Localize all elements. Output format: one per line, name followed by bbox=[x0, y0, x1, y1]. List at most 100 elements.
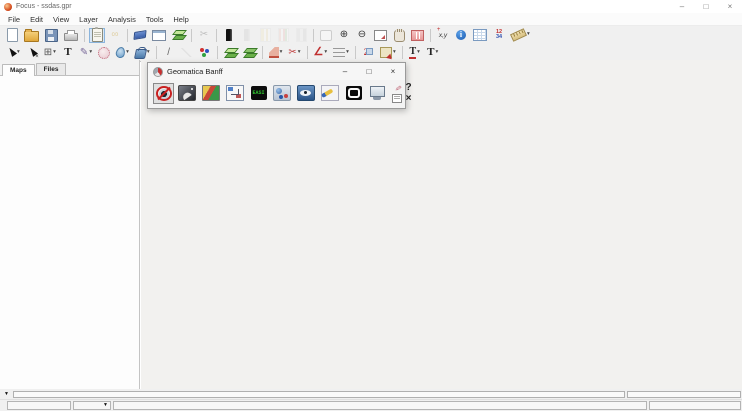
enhancement-equalize-button[interactable] bbox=[275, 28, 291, 43]
clip-tool-button[interactable]: ▾ bbox=[267, 45, 285, 60]
menu-file[interactable]: File bbox=[3, 14, 25, 25]
style-editor-app-button[interactable] bbox=[319, 83, 341, 104]
easi-app-button[interactable]: EASI bbox=[248, 83, 269, 104]
maps-tree-panel[interactable] bbox=[0, 76, 139, 389]
map-app-button[interactable] bbox=[200, 83, 222, 104]
zoom-rectangle-button[interactable] bbox=[318, 28, 334, 43]
tab-files[interactable]: Files bbox=[36, 63, 67, 75]
numeric-values-button[interactable]: 1234 bbox=[491, 28, 507, 43]
minimize-button[interactable]: – bbox=[670, 0, 694, 13]
edit-vertices-button[interactable] bbox=[24, 45, 40, 60]
save-button[interactable] bbox=[43, 28, 60, 43]
attribute-table-button[interactable] bbox=[471, 28, 489, 43]
open-button[interactable] bbox=[22, 28, 41, 43]
erase-edit-button[interactable] bbox=[132, 28, 148, 43]
split-tool-button[interactable]: ✂▾ bbox=[286, 45, 302, 60]
symbol-tool-button[interactable] bbox=[197, 45, 213, 60]
monitor-app-button[interactable] bbox=[366, 83, 387, 104]
map-workspace[interactable] bbox=[141, 60, 742, 389]
help-button[interactable]: ? bbox=[403, 82, 414, 93]
snap-grid-button[interactable]: ⊞▾ bbox=[42, 45, 58, 60]
floating-close-button[interactable]: × bbox=[381, 63, 405, 80]
maximize-button[interactable]: □ bbox=[694, 0, 718, 13]
bring-layer-front-button[interactable] bbox=[222, 45, 239, 60]
cursor-coordinates-button[interactable]: x,y bbox=[435, 28, 451, 43]
menu-layer[interactable]: Layer bbox=[74, 14, 103, 25]
enhancement-linear-button[interactable] bbox=[257, 28, 273, 43]
pan-button[interactable] bbox=[391, 28, 407, 43]
dropdown-arrow-icon[interactable]: ▾ bbox=[53, 50, 56, 56]
menu-tools[interactable]: Tools bbox=[141, 14, 169, 25]
menu-analysis[interactable]: Analysis bbox=[103, 14, 141, 25]
fill-tool-button[interactable]: ▾ bbox=[133, 45, 152, 60]
dropdown-arrow-icon[interactable]: ▾ bbox=[89, 50, 92, 56]
dropdown-arrow-icon[interactable]: ▾ bbox=[417, 50, 420, 56]
scroll-groove-right[interactable] bbox=[627, 391, 741, 398]
color-picker-button[interactable]: ▾ bbox=[114, 45, 131, 60]
zoom-to-image-resolution-button[interactable] bbox=[409, 28, 426, 43]
cut-button[interactable]: ✂ bbox=[196, 28, 212, 43]
select-tool-button[interactable]: ▾ bbox=[4, 45, 22, 60]
capture-app-button[interactable] bbox=[343, 83, 364, 104]
viewer-app-button[interactable] bbox=[295, 83, 317, 104]
dropdown-arrow-icon[interactable]: ▾ bbox=[280, 50, 283, 56]
menu-edit[interactable]: Edit bbox=[25, 14, 48, 25]
floating-maximize-button[interactable]: □ bbox=[357, 63, 381, 80]
tab-maps[interactable]: Maps bbox=[2, 64, 35, 76]
exit-launcher-button[interactable]: × bbox=[403, 93, 414, 104]
zoom-out-button[interactable]: ⊖ bbox=[354, 28, 370, 43]
dropdown-arrow-icon[interactable]: ▾ bbox=[298, 50, 301, 56]
dropdown-arrow-icon[interactable]: ▾ bbox=[435, 50, 438, 56]
text-tool-button[interactable]: T bbox=[60, 45, 76, 60]
license-users-app-button[interactable] bbox=[271, 83, 293, 104]
dropdown-arrow-icon[interactable]: ▾ bbox=[324, 50, 327, 56]
dropdown-arrow-icon[interactable]: ▾ bbox=[17, 50, 20, 56]
zoom-rectangle-icon bbox=[320, 30, 332, 41]
georeference-button[interactable] bbox=[96, 45, 112, 60]
bring-forward-button[interactable]: 2▾ bbox=[360, 45, 376, 60]
font-button[interactable]: T▾ bbox=[425, 45, 441, 60]
dropdown-arrow-icon[interactable]: ▾ bbox=[393, 50, 396, 56]
floating-titlebar[interactable]: Geomatica Banff – □ × bbox=[148, 63, 405, 80]
focus-app-button[interactable] bbox=[153, 83, 174, 104]
status-scale-cell[interactable]: ▼ bbox=[73, 401, 111, 410]
customize-button[interactable]: ✎ bbox=[392, 82, 403, 93]
line-style-button[interactable]: ▾ bbox=[331, 45, 351, 60]
send-layer-back-button[interactable] bbox=[241, 45, 258, 60]
enhancement-none-button[interactable] bbox=[221, 28, 237, 43]
menu-help[interactable]: Help bbox=[168, 14, 193, 25]
new-project-button[interactable] bbox=[4, 28, 20, 43]
polyline-tool-button[interactable] bbox=[179, 45, 195, 60]
orthoengine-app-button[interactable] bbox=[176, 83, 198, 104]
dropdown-arrow-icon[interactable]: ▾ bbox=[147, 50, 150, 56]
line-tool-button[interactable]: / bbox=[161, 45, 177, 60]
font-color-button[interactable]: T▾ bbox=[407, 45, 423, 60]
modeler-app-button[interactable] bbox=[224, 83, 246, 104]
layer-manager-button[interactable] bbox=[170, 28, 187, 43]
zoom-in-button[interactable]: ⊕ bbox=[336, 28, 352, 43]
sketch-tool-button[interactable]: ✎▾ bbox=[78, 45, 94, 60]
close-button[interactable]: × bbox=[718, 0, 742, 13]
new-area-view-button[interactable] bbox=[150, 28, 168, 43]
angle-measure-button[interactable]: ∠▾ bbox=[312, 45, 330, 60]
collapse-arrow-button[interactable]: ▼ bbox=[0, 389, 13, 399]
preferences-button[interactable] bbox=[392, 93, 403, 104]
pan-icon bbox=[394, 30, 405, 42]
menu-view[interactable]: View bbox=[48, 14, 74, 25]
enhancement-root-button[interactable] bbox=[239, 28, 255, 43]
link-button[interactable]: ∞ bbox=[107, 28, 123, 43]
floating-minimize-button[interactable]: – bbox=[333, 63, 357, 80]
scale-dropdown-icon[interactable]: ▼ bbox=[103, 403, 110, 408]
clipboard-button[interactable] bbox=[89, 28, 105, 43]
scroll-groove-left[interactable] bbox=[13, 391, 625, 398]
zoom-to-overview-button[interactable] bbox=[372, 28, 389, 43]
dropdown-arrow-icon[interactable]: ▾ bbox=[126, 50, 129, 56]
measure-button[interactable]: ▾ bbox=[509, 28, 532, 43]
monitor-app-icon bbox=[369, 86, 385, 100]
print-button[interactable] bbox=[62, 28, 80, 43]
enhancement-match-button[interactable] bbox=[293, 28, 309, 43]
dropdown-arrow-icon[interactable]: ▾ bbox=[346, 50, 349, 56]
info-button[interactable]: i bbox=[453, 28, 469, 43]
dropdown-arrow-icon[interactable]: ▾ bbox=[527, 32, 530, 38]
send-backward-button[interactable]: ▾ bbox=[378, 45, 398, 60]
